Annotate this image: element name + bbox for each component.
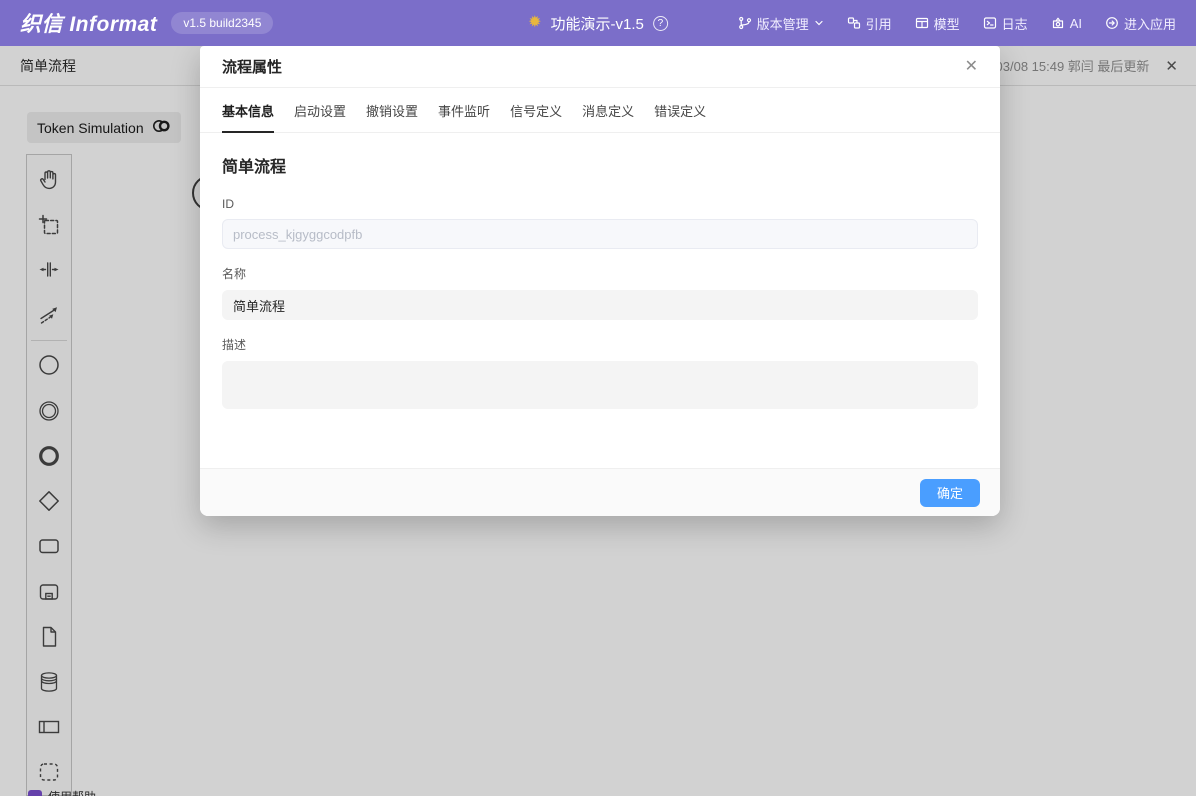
enter-app-icon [1105, 16, 1119, 30]
tab-signal-definitions[interactable]: 信号定义 [510, 88, 562, 133]
tab-event-listeners[interactable]: 事件监听 [438, 88, 490, 133]
description-field-label: 描述 [222, 336, 978, 353]
document-title: 功能演示-v1.5 [551, 13, 644, 34]
nav-item-label: 模型 [934, 14, 960, 33]
confirm-button[interactable]: 确定 [920, 479, 980, 507]
field-id: ID [222, 197, 978, 249]
tab-error-definitions[interactable]: 错误定义 [654, 88, 706, 133]
name-input[interactable] [222, 290, 978, 320]
modal-tabs: 基本信息 启动设置 撤销设置 事件监听 信号定义 消息定义 错误定义 [200, 88, 1000, 133]
model-icon [915, 16, 929, 30]
ai-icon [1051, 16, 1065, 30]
modal-footer: 确定 [200, 468, 1000, 516]
nav-item-version-management[interactable]: 版本管理 [738, 14, 824, 33]
document-title-group: ✹ 功能演示-v1.5 ? [528, 13, 668, 34]
modal-title: 流程属性 [222, 56, 282, 77]
git-branch-icon [738, 16, 752, 30]
tab-basic-info[interactable]: 基本信息 [222, 88, 274, 133]
nav-item-enter-app[interactable]: 进入应用 [1105, 14, 1176, 33]
log-icon [983, 16, 997, 30]
tab-start-settings[interactable]: 启动设置 [294, 88, 346, 133]
process-name-heading: 简单流程 [222, 153, 978, 177]
nav-item-log[interactable]: 日志 [983, 14, 1028, 33]
header-nav: 版本管理 引用 模型 [738, 14, 1176, 33]
modal-header: 流程属性 ✕ [200, 46, 1000, 88]
tab-revoke-settings[interactable]: 撤销设置 [366, 88, 418, 133]
modal-body: 简单流程 ID 名称 描述 [200, 133, 1000, 468]
description-textarea[interactable] [222, 361, 978, 409]
id-field-label: ID [222, 197, 978, 211]
nav-item-reference[interactable]: 引用 [847, 14, 892, 33]
nav-item-label: 版本管理 [757, 14, 809, 33]
tab-message-definitions[interactable]: 消息定义 [582, 88, 634, 133]
app-logo[interactable]: 织信 Informat [20, 8, 157, 38]
name-field-label: 名称 [222, 265, 978, 282]
star-icon: ✹ [528, 15, 541, 31]
id-input[interactable] [222, 219, 978, 249]
nav-item-label: 引用 [866, 14, 892, 33]
field-name: 名称 [222, 265, 978, 320]
process-properties-modal: 流程属性 ✕ 基本信息 启动设置 撤销设置 事件监听 信号定义 消息定义 错误定… [200, 46, 1000, 516]
reference-icon [847, 16, 861, 30]
nav-item-model[interactable]: 模型 [915, 14, 960, 33]
nav-item-ai[interactable]: AI [1051, 16, 1082, 31]
version-badge: v1.5 build2345 [171, 12, 273, 34]
nav-item-label: 进入应用 [1124, 14, 1176, 33]
field-description: 描述 [222, 336, 978, 414]
nav-item-label: 日志 [1002, 14, 1028, 33]
help-icon[interactable]: ? [653, 16, 668, 31]
chevron-down-icon [814, 18, 824, 28]
modal-close-icon[interactable]: ✕ [965, 59, 978, 75]
app-header: 织信 Informat v1.5 build2345 ✹ 功能演示-v1.5 ?… [0, 0, 1196, 46]
nav-item-label: AI [1070, 16, 1082, 31]
